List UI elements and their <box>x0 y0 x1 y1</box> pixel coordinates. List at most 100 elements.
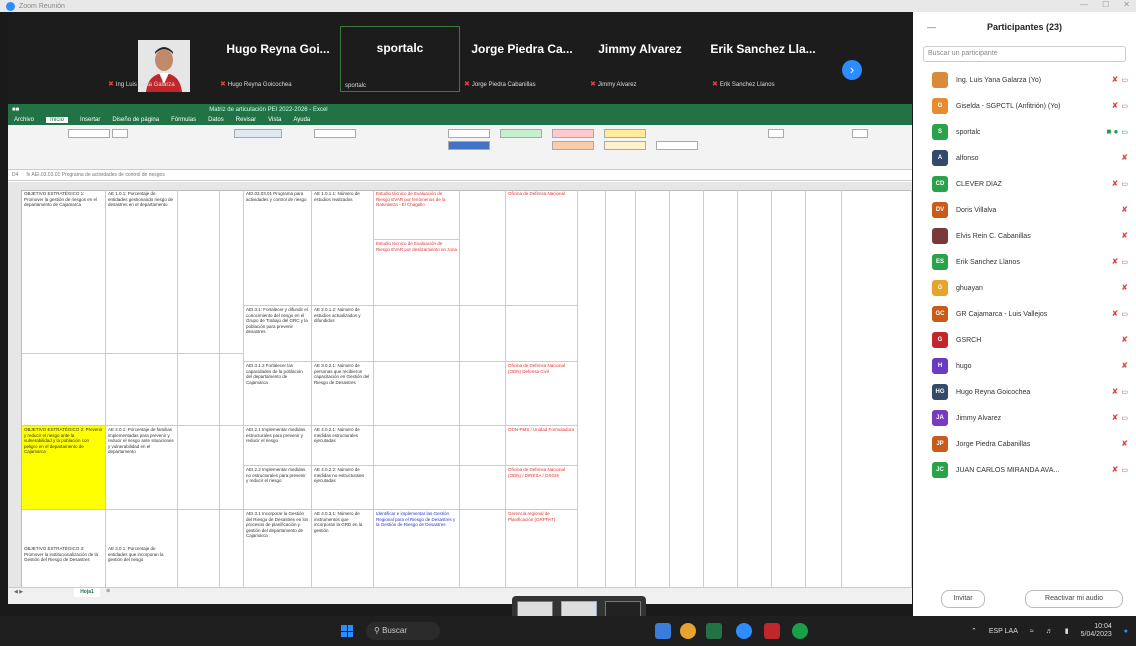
invite-button[interactable]: Invitar <box>941 590 985 608</box>
participant-row[interactable]: Ing. Luis Yana Galarza (Yo) ✘ ▭ <box>913 68 1136 94</box>
sheet-column[interactable] <box>738 190 772 588</box>
sheet-cell[interactable] <box>22 354 106 426</box>
sheet-cell[interactable]: Gerencia regional de Planificación (GRPP… <box>506 510 578 588</box>
tab-archivo[interactable]: Archivo <box>14 117 34 123</box>
sheet-cell[interactable]: AE 1.0.1: Porcentaje de entidades gestio… <box>106 190 178 354</box>
participant-row[interactable]: JP Jorge Piedra Cabanillas ✘ <box>913 432 1136 458</box>
find-icon[interactable] <box>852 129 868 138</box>
battery-icon[interactable]: ▮ <box>1065 627 1069 635</box>
sheet-cell[interactable]: OBJETIVO ESTRATÉGICO 3: Promover la inst… <box>22 510 106 588</box>
sheet-cell[interactable]: AE 4.0.2.2: Número de medidas no estruct… <box>312 466 374 510</box>
participant-row[interactable]: Hhugo ✘ <box>913 354 1136 380</box>
font-name-box[interactable] <box>68 129 110 138</box>
pdf-reader-icon[interactable] <box>764 623 780 639</box>
sheet-cell[interactable] <box>220 354 244 426</box>
sheet-cell[interactable]: AE 2.0.1: Porcentaje de familias impleme… <box>106 426 178 510</box>
sheet-cell[interactable] <box>460 466 506 510</box>
video-tile-active[interactable]: sportalc sportalc <box>340 26 460 92</box>
minimize-button[interactable]: — <box>1080 0 1088 9</box>
sheet-cell[interactable]: AEI.3.1.2 Fortalecer las capacidades de … <box>244 362 312 426</box>
sheet-cell[interactable]: Estudio técnico de Evaluación de Riesgo … <box>374 190 460 240</box>
collapse-icon[interactable]: — <box>927 12 936 42</box>
sheet-cell[interactable] <box>374 362 460 426</box>
sheet-cell[interactable]: Oficina de Defensa Nacional (ODN) Defens… <box>506 362 578 426</box>
sheet-cell[interactable]: AE 1.0.1.1: Número de estudios realizado… <box>312 190 374 306</box>
sheet-cell[interactable] <box>460 426 506 466</box>
sheet-cell[interactable]: AEI.03.03.01 Programa para actividades y… <box>244 190 312 306</box>
sheet-cell[interactable]: AE 2.0.1.2: Número de estudios actualiza… <box>312 306 374 362</box>
participant-row[interactable]: CD CLEVER DIAZ ✘ ▭ <box>913 172 1136 198</box>
windows-start-icon[interactable] <box>341 625 353 637</box>
sheet-cell[interactable] <box>178 426 220 510</box>
participant-row[interactable]: HG Hugo Reyna Goicochea ✘ ▭ <box>913 380 1136 406</box>
name-box[interactable]: D4 <box>12 172 18 178</box>
style-bad[interactable] <box>552 129 594 138</box>
sheet-cell[interactable]: Oficina de Defensa Nacional (ODN) / DIRE… <box>506 466 578 510</box>
sheet-cell[interactable]: AEI.3.1 Incorporar la Gestión del Riesgo… <box>244 510 312 588</box>
sheet-column[interactable] <box>842 190 912 588</box>
sort-filter-icon[interactable] <box>768 129 784 138</box>
sheet-column[interactable] <box>772 190 806 588</box>
excel-icon[interactable] <box>706 623 722 639</box>
sheet-cell[interactable]: AE 3.0.1: Porcentaje de entidades que in… <box>106 510 178 588</box>
sheet-cell[interactable] <box>460 510 506 588</box>
participant-row[interactable]: G GSRCH ✘ <box>913 328 1136 354</box>
whatsapp-icon[interactable] <box>792 623 808 639</box>
sheet-tab[interactable]: Hoja1 <box>74 588 100 597</box>
next-page-arrow-icon[interactable]: › <box>842 60 862 80</box>
font-size-box[interactable] <box>112 129 128 138</box>
tab-diseno[interactable]: Diseño de página <box>112 117 159 123</box>
participant-row[interactable]: JC JUAN CARLOS MIRANDA AVA... ✘ ▭ <box>913 458 1136 484</box>
participant-row[interactable]: Gghuayan ✘ <box>913 276 1136 302</box>
sheet-cell[interactable] <box>220 510 244 588</box>
sheet-cell[interactable] <box>220 190 244 354</box>
sheet-cell[interactable] <box>178 190 220 354</box>
number-format-box[interactable] <box>314 129 356 138</box>
sheet-column[interactable] <box>806 190 842 588</box>
tray-chevron-icon[interactable]: ⌃ <box>971 627 977 635</box>
unmute-button[interactable]: Reactivar mi audio <box>1025 590 1123 608</box>
notification-icon[interactable]: ● <box>1124 628 1128 635</box>
video-tile[interactable]: Jimmy Alvarez ✖ Jimmy Alvarez <box>586 28 694 90</box>
sheet-column[interactable] <box>578 190 606 588</box>
sheet-cell[interactable] <box>460 362 506 426</box>
sheet-cell[interactable] <box>374 466 460 510</box>
maximize-button[interactable]: ☐ <box>1102 0 1109 9</box>
volume-icon[interactable]: ♬ <box>1046 628 1053 635</box>
participant-row[interactable]: JA Jimmy Alvarez ✘ ▭ <box>913 406 1136 432</box>
participant-row[interactable]: G Giselda - SGPCTL (Anfitrión) (Yo) ✘ ▭ <box>913 94 1136 120</box>
sheet-cell[interactable]: AEI.2.1 Implementar medidas estructurale… <box>244 426 312 466</box>
participant-row[interactable]: Elvis Rein C. Cabanillas ✘ <box>913 224 1136 250</box>
sheet-cell[interactable]: ODN-PMS / Unidad Formuladora <box>506 426 578 466</box>
close-button[interactable]: ✕ <box>1123 0 1130 9</box>
sheet-cell[interactable] <box>374 426 460 466</box>
wifi-icon[interactable]: ≈ <box>1030 628 1034 635</box>
zoom-icon[interactable] <box>736 623 752 639</box>
sheet-column[interactable] <box>704 190 738 588</box>
sheet-nav-arrows-icon[interactable]: ◀ ▶ <box>14 589 23 595</box>
tab-vista[interactable]: Vista <box>268 117 281 123</box>
tab-formulas[interactable]: Fórmulas <box>171 117 196 123</box>
sheet-column[interactable] <box>636 190 670 588</box>
participant-row[interactable]: GC GR Cajamarca - Luis Vallejos ✘ ▭ <box>913 302 1136 328</box>
style-heading[interactable] <box>448 141 490 150</box>
spreadsheet-grid[interactable]: OBJETIVO ESTRATÉGICO 1: Promover la gest… <box>8 190 912 588</box>
sheet-cell[interactable]: Identificar e implementar las Gestión Re… <box>374 510 460 588</box>
sheet-cell[interactable]: AEI.3.1: Fortalecer y difundir el conoci… <box>244 306 312 362</box>
tab-ayuda[interactable]: Ayuda <box>293 117 310 123</box>
sheet-column[interactable] <box>606 190 636 588</box>
chrome-icon[interactable] <box>680 623 696 639</box>
sheet-cell[interactable]: AE 3.0.2.1: Número de personas que recib… <box>312 362 374 426</box>
style-normal[interactable] <box>448 129 490 138</box>
sheet-cell[interactable]: OBJETIVO ESTRATÉGICO 1: Promover la gest… <box>22 190 106 354</box>
formula-input[interactable]: fx AEI.03.03.01 Programa de actividades … <box>26 172 164 178</box>
wrap-text-button[interactable] <box>234 129 282 138</box>
sheet-column[interactable] <box>670 190 704 588</box>
clock[interactable]: 10:04 5/04/2023 <box>1081 623 1112 639</box>
tab-datos[interactable]: Datos <box>208 117 224 123</box>
style-good[interactable] <box>500 129 542 138</box>
sheet-cell[interactable]: Estudio técnico de Evaluación de Riesgo … <box>374 240 460 306</box>
participant-search-input[interactable]: Buscar un participante <box>923 46 1126 62</box>
video-tile[interactable]: Hugo Reyna Goi... ✖ Hugo Reyna Goicochea <box>216 28 340 90</box>
participant-row[interactable]: Aalfonso ✘ <box>913 146 1136 172</box>
